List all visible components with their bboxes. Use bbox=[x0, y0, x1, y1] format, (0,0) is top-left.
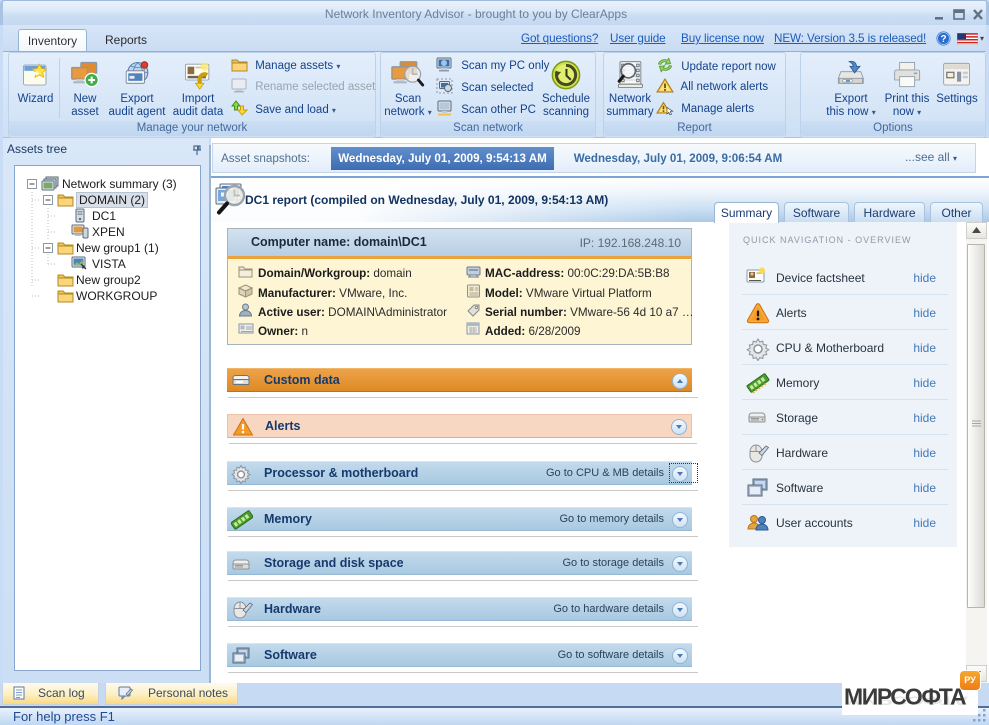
svg-text:?: ? bbox=[940, 34, 946, 45]
